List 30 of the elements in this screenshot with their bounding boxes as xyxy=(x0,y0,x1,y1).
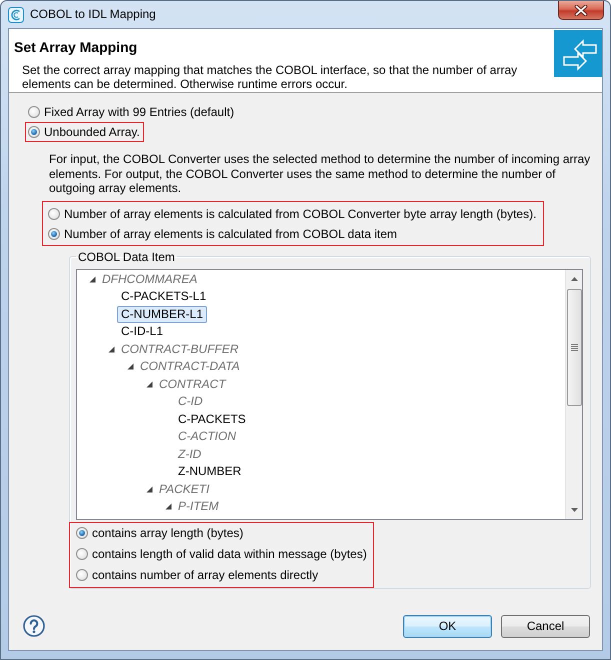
radio-icon[interactable] xyxy=(76,569,88,581)
radio-icon[interactable] xyxy=(28,126,40,138)
radio-option[interactable]: contains array length (bytes) xyxy=(76,522,367,544)
scroll-down-icon[interactable] xyxy=(570,508,578,512)
vertical-scrollbar[interactable] xyxy=(565,270,582,518)
radio-option[interactable]: contains number of array elements directly xyxy=(76,564,367,586)
group-label: COBOL Data Item xyxy=(77,250,176,264)
page-description: Set the correct array mapping that matches the COBOL interface, so that the number of array elements can be determined. Otherwise runtime errors occur. xyxy=(22,63,518,91)
radio-option[interactable]: Number of array elements is calculated from COBOL data item xyxy=(48,224,536,244)
page-title: Set Array Mapping xyxy=(14,38,138,56)
close-button[interactable] xyxy=(558,1,604,20)
scroll-up-icon[interactable] xyxy=(570,276,578,280)
dialog-button[interactable]: OK xyxy=(403,614,492,638)
radio-icon[interactable] xyxy=(48,208,60,220)
scroll-thumb[interactable] xyxy=(566,288,582,406)
help-icon[interactable] xyxy=(23,615,45,637)
radio-icon[interactable] xyxy=(28,106,40,118)
radio-icon[interactable] xyxy=(48,228,60,240)
method-description: For input, the COBOL Converter uses the selected method to determine the number of incoming array elements. For output, the COBOL Converter uses the same method to determine the number of outgoing array elements. xyxy=(49,152,592,196)
close-icon xyxy=(574,4,588,16)
radio-icon[interactable] xyxy=(76,527,88,539)
app-icon xyxy=(8,7,24,23)
radio-option[interactable]: Unbounded Array. xyxy=(28,123,140,141)
grip-icon xyxy=(570,344,578,350)
radio-icon[interactable] xyxy=(76,548,88,560)
radio-option[interactable]: Fixed Array with 99 Entries (default) xyxy=(28,103,234,121)
radio-option[interactable]: Number of array elements is calculated from COBOL Converter byte array length (bytes). xyxy=(48,204,536,224)
window-title: COBOL to IDL Mapping xyxy=(30,6,156,23)
dialog-button[interactable]: Cancel xyxy=(501,614,590,638)
radio-option[interactable]: contains length of valid data within message (bytes) xyxy=(76,544,367,564)
